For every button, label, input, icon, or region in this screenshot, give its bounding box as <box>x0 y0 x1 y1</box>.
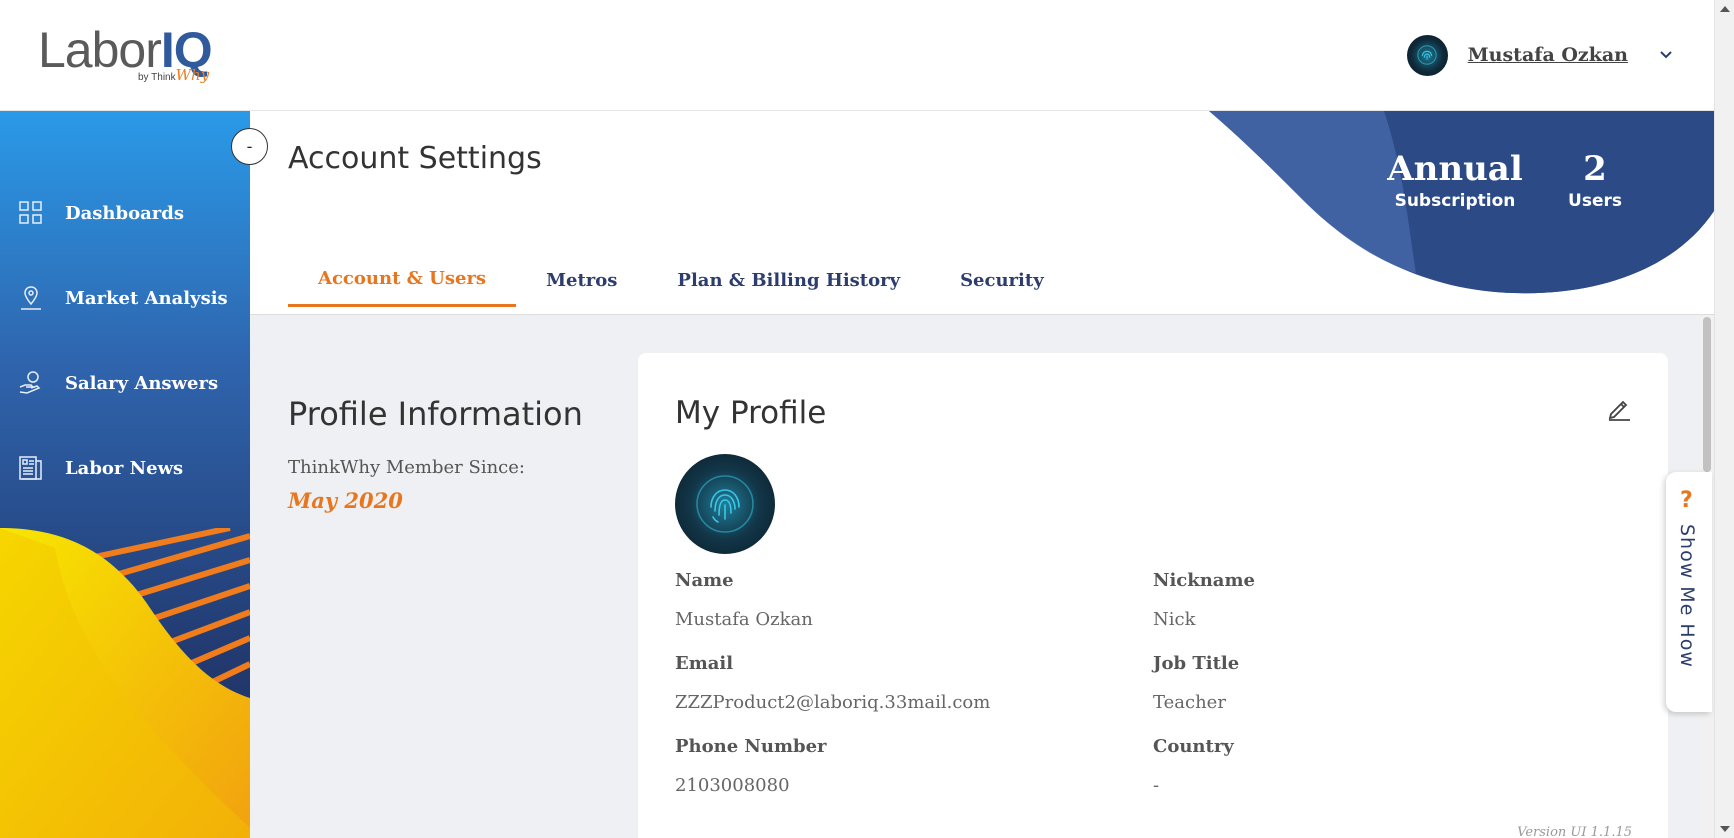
member-since-date: May 2020 <box>288 488 403 513</box>
tab-plan-billing[interactable]: Plan & Billing History <box>647 253 930 307</box>
profile-information-heading: Profile Information <box>288 395 583 433</box>
show-me-how-tab[interactable]: ? Show Me How <box>1666 472 1712 712</box>
version-label: Version UI 1.1.15 <box>1517 825 1632 838</box>
field-label: Country <box>1153 736 1234 757</box>
my-profile-card: My Profile Name Mustafa Ozkan Nickname N… <box>638 353 1668 838</box>
main-content: Profile Information ThinkWhy Member Sinc… <box>250 315 1714 838</box>
field-phone: Phone Number 2103008080 <box>675 736 827 796</box>
users-stat: 2 Users <box>1555 149 1635 211</box>
window-scrollbar[interactable] <box>1714 0 1734 838</box>
sidebar: Dashboards Market Analysis Salary Answer… <box>0 111 250 838</box>
field-value: Mustafa Ozkan <box>675 609 813 630</box>
field-label: Nickname <box>1153 570 1255 591</box>
field-label: Job Title <box>1153 653 1240 674</box>
user-avatar[interactable] <box>1406 34 1448 76</box>
page-title: Account Settings <box>288 141 542 176</box>
help-question-icon: ? <box>1680 488 1693 513</box>
field-label: Phone Number <box>675 736 827 757</box>
field-name: Name Mustafa Ozkan <box>675 570 813 630</box>
top-header: LaborIQ by ThinkWhy Mustafa Ozkan <box>0 0 1714 111</box>
field-job-title: Job Title Teacher <box>1153 653 1239 713</box>
sidebar-item-labor-news[interactable]: Labor News <box>0 443 250 493</box>
sidebar-item-label: Salary Answers <box>65 372 219 394</box>
tab-account-users[interactable]: Account & Users <box>288 253 517 307</box>
grid-icon <box>19 201 42 224</box>
field-value: ZZZProduct2@laboriq.33mail.com <box>675 692 991 713</box>
user-menu[interactable]: Mustafa Ozkan <box>1406 33 1674 77</box>
sidebar-item-market-analysis[interactable]: Market Analysis <box>0 273 250 323</box>
map-pin-icon <box>21 286 41 310</box>
fingerprint-icon <box>696 475 754 533</box>
newspaper-icon <box>19 456 42 480</box>
laboriq-logo[interactable]: LaborIQ by ThinkWhy <box>38 22 218 88</box>
field-email: Email ZZZProduct2@laboriq.33mail.com <box>675 653 990 713</box>
sidebar-item-label: Labor News <box>65 457 184 479</box>
field-nickname: Nickname Nick <box>1153 570 1255 630</box>
profile-avatar[interactable] <box>675 454 775 554</box>
money-hand-icon <box>19 371 41 394</box>
field-value: 2103008080 <box>675 775 790 796</box>
member-since-label: ThinkWhy Member Since: <box>288 457 525 478</box>
subscription-banner <box>1209 111 1714 294</box>
fingerprint-icon <box>1417 45 1437 65</box>
sidebar-item-label: Dashboards <box>65 202 184 224</box>
scroll-down-arrow-icon[interactable] <box>1720 826 1730 832</box>
users-label: Users <box>1568 191 1622 211</box>
tab-metros[interactable]: Metros <box>516 253 647 307</box>
my-profile-title: My Profile <box>675 395 827 431</box>
sidebar-item-label: Market Analysis <box>65 287 228 309</box>
settings-tabs: Account & Users Metros Plan & Billing Hi… <box>288 261 1074 314</box>
show-me-how-label: Show Me How <box>1676 524 1698 668</box>
tab-security[interactable]: Security <box>930 253 1074 307</box>
field-value: - <box>1153 775 1160 796</box>
users-count: 2 <box>1583 149 1607 189</box>
chevron-down-icon[interactable] <box>1658 47 1674 63</box>
field-label: Name <box>675 570 734 591</box>
sidebar-collapse-button[interactable]: - <box>231 128 268 165</box>
sidebar-item-dashboards[interactable]: Dashboards <box>0 188 250 238</box>
scroll-up-arrow-icon[interactable] <box>1720 6 1730 12</box>
sidebar-item-salary-answers[interactable]: Salary Answers <box>0 358 250 408</box>
content-scrollbar-thumb[interactable] <box>1703 317 1711 472</box>
sidebar-decoration <box>0 528 250 838</box>
field-country: Country - <box>1153 736 1234 796</box>
page-header: Account Settings Account & Users Metros … <box>250 111 1714 315</box>
field-value: Teacher <box>1153 692 1226 713</box>
field-value: Nick <box>1153 609 1196 630</box>
user-name-link[interactable]: Mustafa Ozkan <box>1468 44 1628 66</box>
logo-byline: by ThinkWhy <box>138 66 210 84</box>
subscription-value: Annual <box>1387 149 1523 189</box>
subscription-stat: Annual Subscription <box>1385 149 1525 211</box>
edit-pencil-icon[interactable] <box>1606 395 1632 421</box>
field-label: Email <box>675 653 734 674</box>
subscription-label: Subscription <box>1394 191 1516 211</box>
